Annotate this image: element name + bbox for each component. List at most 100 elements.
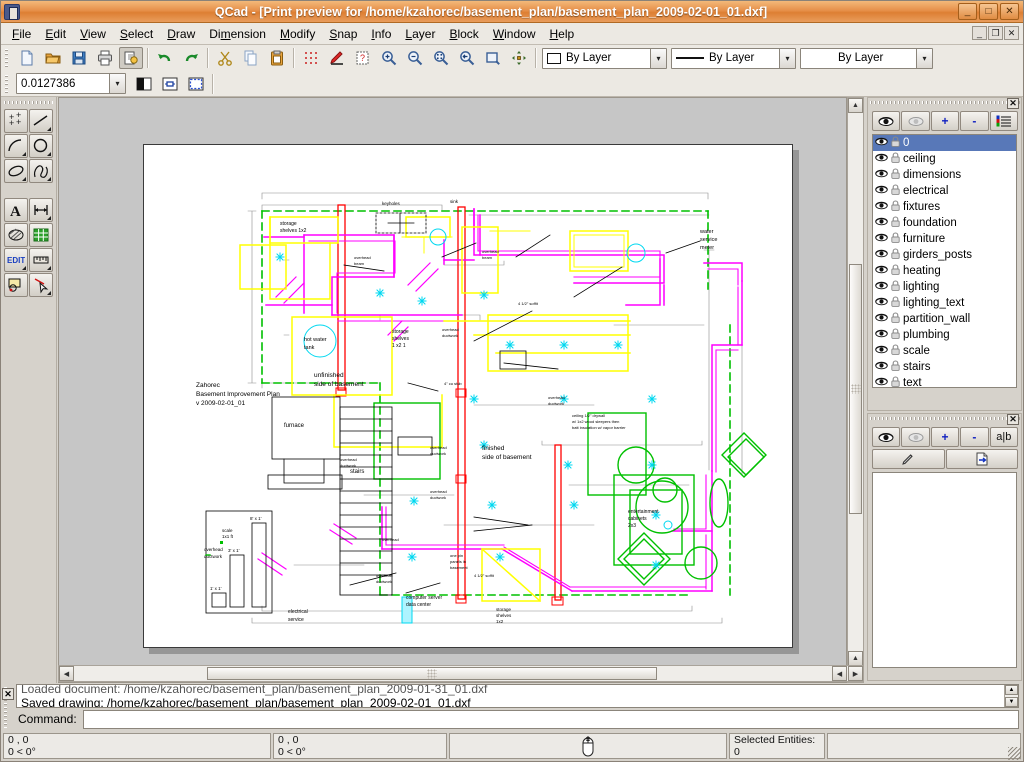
- linetype-combo[interactable]: By Layer ▾: [800, 48, 933, 69]
- layer-visibility-icon[interactable]: [875, 361, 888, 373]
- block-dock-header[interactable]: ✕: [868, 414, 1021, 425]
- close-icon[interactable]: ✕: [1007, 98, 1019, 109]
- scroll-right-button[interactable]: ▶: [848, 666, 863, 681]
- scale-value[interactable]: 0.0127386: [17, 78, 109, 90]
- mdi-minimize-button[interactable]: _: [972, 26, 987, 40]
- chevron-down-icon[interactable]: ▾: [109, 74, 125, 93]
- black-white-toggle-icon[interactable]: [132, 73, 156, 95]
- menu-snap[interactable]: Snap: [322, 25, 364, 43]
- toolbar-grip[interactable]: [4, 74, 11, 94]
- layer-lock-icon[interactable]: [891, 136, 900, 150]
- menu-help[interactable]: Help: [543, 25, 582, 43]
- layer-row[interactable]: electrical: [873, 183, 1016, 199]
- menu-dimension[interactable]: Dimension: [202, 25, 273, 43]
- linewidth-combo[interactable]: By Layer ▾: [671, 48, 796, 69]
- layer-lock-icon[interactable]: [891, 280, 900, 294]
- layer-visibility-icon[interactable]: [875, 297, 888, 309]
- text-tool[interactable]: A: [4, 198, 28, 222]
- layer-visibility-icon[interactable]: [875, 201, 888, 213]
- log-scroll-down-button[interactable]: ▼: [1005, 697, 1018, 707]
- print-preview-paper[interactable]: Zahorec Basement Improvement Plan v 2009…: [143, 144, 793, 648]
- scale-combo[interactable]: 0.0127386 ▾: [16, 73, 126, 94]
- layer-lock-icon[interactable]: [891, 312, 900, 326]
- snap-tool[interactable]: [4, 273, 28, 297]
- layer-visibility-icon[interactable]: [875, 233, 888, 245]
- add-block-button[interactable]: +: [931, 427, 959, 447]
- insert-block-button[interactable]: [946, 449, 1019, 469]
- command-log[interactable]: Loaded document: /home/kzahorec/basement…: [16, 684, 1019, 708]
- menu-view[interactable]: View: [73, 25, 113, 43]
- menu-select[interactable]: Select: [113, 25, 160, 43]
- zoom-redraw-icon[interactable]: [455, 47, 479, 69]
- layer-row[interactable]: text: [873, 375, 1016, 388]
- layer-lock-icon[interactable]: [891, 216, 900, 230]
- close-button[interactable]: ✕: [1000, 3, 1019, 20]
- circle-tool[interactable]: [29, 134, 53, 158]
- undo-icon[interactable]: [153, 47, 177, 69]
- layer-visibility-icon[interactable]: [875, 345, 888, 357]
- layer-lock-icon[interactable]: [891, 376, 900, 388]
- chevron-down-icon[interactable]: ▾: [916, 49, 932, 68]
- layer-visibility-icon[interactable]: [875, 249, 888, 261]
- color-combo[interactable]: By Layer ▾: [542, 48, 667, 69]
- layer-lock-icon[interactable]: [891, 328, 900, 342]
- layer-visibility-icon[interactable]: [875, 217, 888, 229]
- zoom-pan-icon[interactable]: [507, 47, 531, 69]
- zoom-auto-icon[interactable]: [429, 47, 453, 69]
- close-icon[interactable]: ✕: [2, 688, 14, 700]
- grid-tool[interactable]: [29, 223, 53, 247]
- toolbar-grip[interactable]: [4, 48, 11, 68]
- ellipse-tool[interactable]: [4, 159, 28, 183]
- line-tool[interactable]: [29, 109, 53, 133]
- menu-window[interactable]: Window: [486, 25, 543, 43]
- dimension-tool[interactable]: [29, 198, 53, 222]
- edit-block-button[interactable]: [872, 449, 945, 469]
- print-preview-icon[interactable]: [119, 47, 143, 69]
- mdi-restore-button[interactable]: ❐: [988, 26, 1003, 40]
- fit-page-icon[interactable]: [184, 73, 208, 95]
- command-input[interactable]: [83, 710, 1019, 729]
- scroll-up-button-bottom[interactable]: ▲: [848, 651, 863, 666]
- open-file-icon[interactable]: [41, 47, 65, 69]
- layer-row[interactable]: foundation: [873, 215, 1016, 231]
- drawing-canvas[interactable]: Zahorec Basement Improvement Plan v 2009…: [58, 97, 847, 683]
- layer-row[interactable]: plumbing: [873, 327, 1016, 343]
- maximize-button[interactable]: □: [979, 3, 998, 20]
- layer-visibility-icon[interactable]: [875, 281, 888, 293]
- zoom-out-icon[interactable]: [403, 47, 427, 69]
- layer-visibility-icon[interactable]: [875, 313, 888, 325]
- log-scrollbar[interactable]: ▲ ▼: [1004, 685, 1018, 707]
- arc-tool[interactable]: [4, 134, 28, 158]
- layer-row[interactable]: furniture: [873, 231, 1016, 247]
- tool-panel-grip[interactable]: [4, 99, 53, 107]
- vertical-scroll-thumb[interactable]: [849, 264, 862, 514]
- layer-visibility-icon[interactable]: [875, 377, 888, 388]
- paste-icon[interactable]: [265, 47, 289, 69]
- layer-visibility-icon[interactable]: [875, 185, 888, 197]
- zoom-previous-icon[interactable]: ?: [351, 47, 375, 69]
- layer-lock-icon[interactable]: [891, 200, 900, 214]
- layer-lock-icon[interactable]: [891, 296, 900, 310]
- menu-block[interactable]: Block: [442, 25, 485, 43]
- layer-row[interactable]: ceiling: [873, 151, 1016, 167]
- layer-row[interactable]: stairs: [873, 359, 1016, 375]
- layer-dock-header[interactable]: ✕: [868, 98, 1021, 109]
- zoom-in-icon[interactable]: [377, 47, 401, 69]
- layer-row[interactable]: fixtures: [873, 199, 1016, 215]
- layer-row[interactable]: heating: [873, 263, 1016, 279]
- scroll-up-button[interactable]: ▲: [848, 98, 863, 113]
- layer-lock-icon[interactable]: [891, 264, 900, 278]
- layer-lock-icon[interactable]: [891, 344, 900, 358]
- copy-icon[interactable]: [239, 47, 263, 69]
- scroll-left-button-right[interactable]: ◀: [832, 666, 847, 681]
- canvas-horizontal-scrollbar[interactable]: ◀ ◀ ▶: [58, 665, 864, 682]
- chevron-down-icon[interactable]: ▾: [779, 49, 795, 68]
- layer-row[interactable]: dimensions: [873, 167, 1016, 183]
- layer-lock-icon[interactable]: [891, 248, 900, 262]
- edit-layer-button[interactable]: [990, 111, 1018, 131]
- draft-mode-icon[interactable]: [325, 47, 349, 69]
- zoom-window-icon[interactable]: [481, 47, 505, 69]
- show-all-layers-button[interactable]: [872, 111, 900, 131]
- save-file-icon[interactable]: [67, 47, 91, 69]
- hide-all-layers-button[interactable]: [901, 111, 929, 131]
